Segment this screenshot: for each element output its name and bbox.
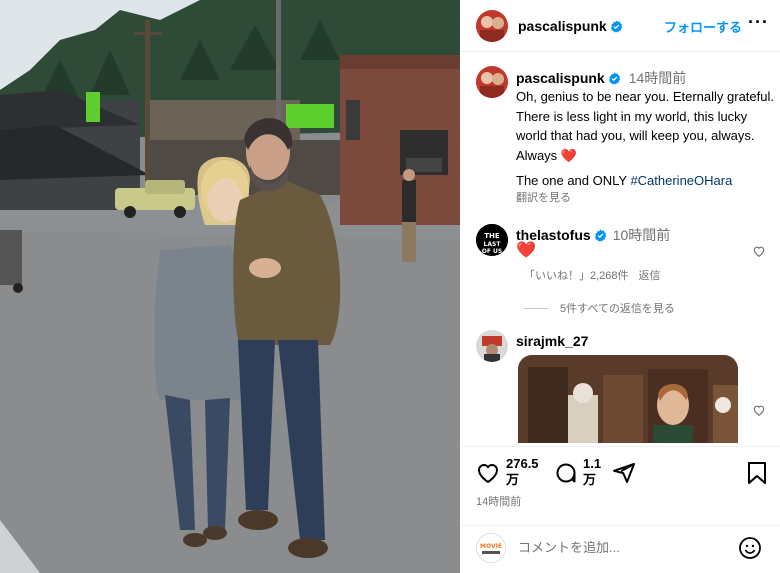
comment-icon[interactable] <box>554 461 578 485</box>
post-timestamp: 14時間前 <box>476 496 522 508</box>
comment-count[interactable]: 1.1 万 <box>583 456 601 488</box>
post-photo[interactable] <box>0 0 460 573</box>
comment-avatar[interactable] <box>476 330 508 362</box>
caption-line-2-text: The one and ONLY <box>516 173 631 188</box>
avatar-text: MOVIE <box>480 543 502 550</box>
comment-header: sirajmk_27 <box>516 333 588 349</box>
post-panel: pascalispunk フォローする ··· pascalispunk 14時間… <box>460 0 780 573</box>
caption-header: pascalispunk 14時間前 <box>516 68 686 88</box>
current-user-avatar: MOVIE <box>476 533 506 563</box>
translate-link[interactable]: 翻訳を見る <box>516 189 571 205</box>
add-comment-bar: MOVIE <box>460 525 780 573</box>
emoji-icon[interactable] <box>738 536 762 560</box>
reply-button[interactable]: 返信 <box>639 270 661 282</box>
comment-like-icon[interactable] <box>752 403 766 417</box>
caption-timestamp: 14時間前 <box>628 70 687 86</box>
comment-timestamp: 10時間前 <box>612 227 671 243</box>
comment-like-icon[interactable] <box>752 244 766 258</box>
view-replies-link[interactable]: 5件すべての返信を見る <box>524 300 675 316</box>
action-bar: 276.5 万 1.1 万 14時間前 <box>460 446 780 530</box>
hashtag-link[interactable]: #CatherineOHara <box>630 173 732 188</box>
comment-header: thelastofus 10時間前 <box>516 225 670 245</box>
comment-avatar[interactable]: THE LAST OF US <box>476 224 508 256</box>
verified-icon <box>608 72 620 85</box>
svg-text:OF US: OF US <box>482 248 502 255</box>
photo-scene <box>0 0 460 573</box>
svg-text:LAST: LAST <box>484 241 502 248</box>
comment-meta: 「いいね！」2,268件 返信 <box>524 267 671 283</box>
save-icon[interactable] <box>746 461 768 485</box>
view-replies-label: 5件すべての返信を見る <box>560 303 675 315</box>
share-icon[interactable] <box>612 461 636 485</box>
caption-body: Oh, genius to be near you. Eternally gra… <box>516 89 774 163</box>
author-username[interactable]: pascalispunk <box>518 18 623 34</box>
comment-text: ❤️ <box>516 242 536 259</box>
comment-gif[interactable] <box>518 355 738 443</box>
comment-input[interactable] <box>518 540 728 555</box>
verified-icon <box>610 20 622 33</box>
author-avatar[interactable] <box>476 10 508 42</box>
svg-text:THE: THE <box>484 232 500 240</box>
post-header: pascalispunk フォローする ··· <box>460 0 780 52</box>
follow-button[interactable]: フォローする <box>664 17 742 36</box>
more-options-icon[interactable]: ··· <box>748 12 769 33</box>
divider-line <box>524 308 548 309</box>
heart-emoji: ❤️ <box>560 147 577 163</box>
like-count[interactable]: 276.5 万 <box>506 456 539 488</box>
caption-line-2: The one and ONLY #CatherineOHara <box>516 173 732 188</box>
caption-username[interactable]: pascalispunk <box>516 70 605 86</box>
comment-likes[interactable]: 「いいね！」2,268件 <box>524 270 629 282</box>
like-icon[interactable] <box>476 461 500 485</box>
comment-username[interactable]: sirajmk_27 <box>516 333 588 349</box>
caption-text: Oh, genius to be near you. Eternally gra… <box>516 87 776 165</box>
verified-icon <box>594 229 606 242</box>
caption-avatar[interactable] <box>476 66 508 98</box>
